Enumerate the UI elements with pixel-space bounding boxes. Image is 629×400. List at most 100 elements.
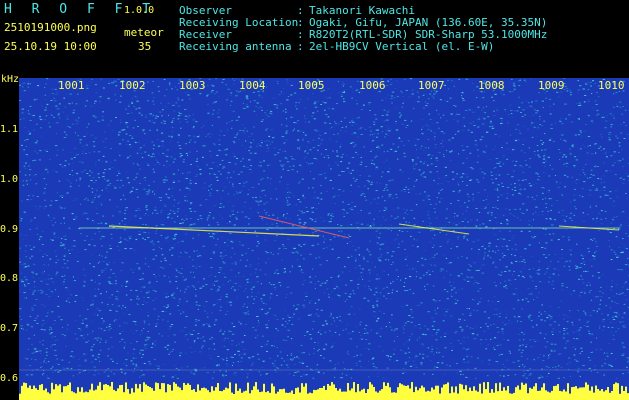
noise-pixel: [489, 257, 492, 259]
noise-pixel: [227, 281, 229, 283]
noise-pixel: [118, 143, 122, 145]
noise-pixel: [495, 145, 497, 147]
noise-pixel: [199, 351, 202, 353]
noise-pixel: [160, 102, 162, 104]
noise-pixel: [514, 287, 518, 289]
noise-pixel: [237, 361, 239, 363]
noise-pixel: [111, 360, 114, 362]
noise-pixel: [70, 368, 73, 370]
noise-pixel: [169, 351, 172, 353]
noise-pixel: [81, 151, 84, 153]
noise-pixel: [417, 246, 419, 248]
noise-pixel: [404, 322, 407, 324]
noise-pixel: [371, 149, 374, 151]
noise-pixel: [596, 349, 598, 351]
noise-pixel: [521, 344, 524, 346]
noise-pixel: [476, 118, 478, 120]
noise-pixel: [559, 182, 561, 184]
noise-pixel: [412, 160, 414, 162]
noise-pixel: [549, 305, 552, 307]
noise-pixel: [261, 119, 264, 121]
noise-pixel: [396, 360, 399, 362]
noise-pixel: [55, 274, 57, 276]
noise-pixel: [390, 149, 393, 150]
noise-pixel: [595, 104, 598, 105]
noise-pixel: [481, 136, 484, 138]
noise-pixel: [222, 374, 224, 376]
noise-pixel: [424, 325, 426, 327]
noise-pixel: [477, 283, 480, 284]
noise-pixel: [280, 103, 283, 105]
noise-pixel: [498, 174, 501, 176]
noise-pixel: [233, 282, 236, 284]
noise-pixel: [461, 145, 463, 147]
noise-pixel: [590, 300, 592, 302]
noise-pixel: [94, 288, 96, 290]
noise-pixel: [550, 239, 553, 241]
noise-pixel: [552, 328, 554, 330]
noise-pixel: [69, 174, 71, 175]
noise-pixel: [408, 96, 411, 98]
noise-pixel: [445, 270, 448, 272]
noise-pixel: [444, 289, 446, 290]
noise-pixel: [215, 290, 218, 292]
noise-pixel: [525, 346, 527, 348]
noise-pixel: [286, 287, 289, 288]
noise-pixel: [345, 126, 347, 128]
noise-pixel: [531, 196, 534, 198]
noise-pixel: [230, 176, 233, 178]
noise-pixel: [309, 149, 312, 151]
noise-pixel: [40, 280, 43, 282]
noise-pixel: [596, 337, 598, 339]
noise-pixel: [52, 348, 54, 350]
noise-pixel: [361, 126, 364, 128]
noise-pixel: [113, 81, 116, 83]
noise-pixel: [613, 311, 616, 313]
noise-pixel: [518, 328, 521, 330]
noise-pixel: [512, 82, 516, 84]
noise-pixel: [33, 129, 36, 131]
noise-pixel: [62, 281, 65, 283]
noise-pixel: [575, 338, 579, 340]
noise-pixel: [208, 133, 211, 134]
noise-pixel: [354, 249, 357, 251]
noise-pixel: [348, 313, 351, 315]
noise-pixel: [355, 100, 357, 101]
noise-pixel: [109, 309, 112, 311]
noise-pixel: [392, 281, 394, 283]
noise-pixel: [292, 316, 294, 318]
noise-pixel: [466, 238, 468, 240]
noise-pixel: [39, 362, 42, 364]
noise-pixel: [591, 93, 593, 94]
noise-pixel: [510, 322, 513, 324]
noise-pixel: [533, 358, 536, 360]
noise-pixel: [158, 153, 160, 155]
noise-pixel: [525, 107, 528, 109]
noise-pixel: [209, 338, 212, 340]
noise-pixel: [487, 255, 490, 257]
noise-pixel: [57, 371, 60, 373]
noise-pixel: [404, 352, 407, 354]
noise-pixel: [508, 270, 511, 272]
noise-pixel: [323, 292, 325, 294]
noise-pixel: [231, 340, 234, 342]
noise-pixel: [602, 175, 605, 177]
noise-pixel: [471, 168, 474, 170]
noise-pixel: [148, 323, 150, 325]
noise-pixel: [194, 368, 197, 370]
noise-pixel: [71, 213, 74, 215]
noise-pixel: [353, 146, 355, 148]
noise-pixel: [415, 366, 418, 368]
noise-pixel: [365, 324, 368, 326]
noise-pixel: [368, 280, 371, 282]
noise-pixel: [259, 201, 261, 203]
noise-pixel: [403, 217, 405, 219]
noise-pixel: [587, 188, 590, 190]
noise-pixel: [581, 256, 585, 258]
noise-pixel: [561, 249, 563, 250]
noise-pixel: [48, 329, 50, 331]
noise-pixel: [154, 117, 157, 119]
noise-pixel: [220, 306, 222, 308]
noise-pixel: [135, 188, 138, 190]
noise-pixel: [461, 213, 464, 215]
